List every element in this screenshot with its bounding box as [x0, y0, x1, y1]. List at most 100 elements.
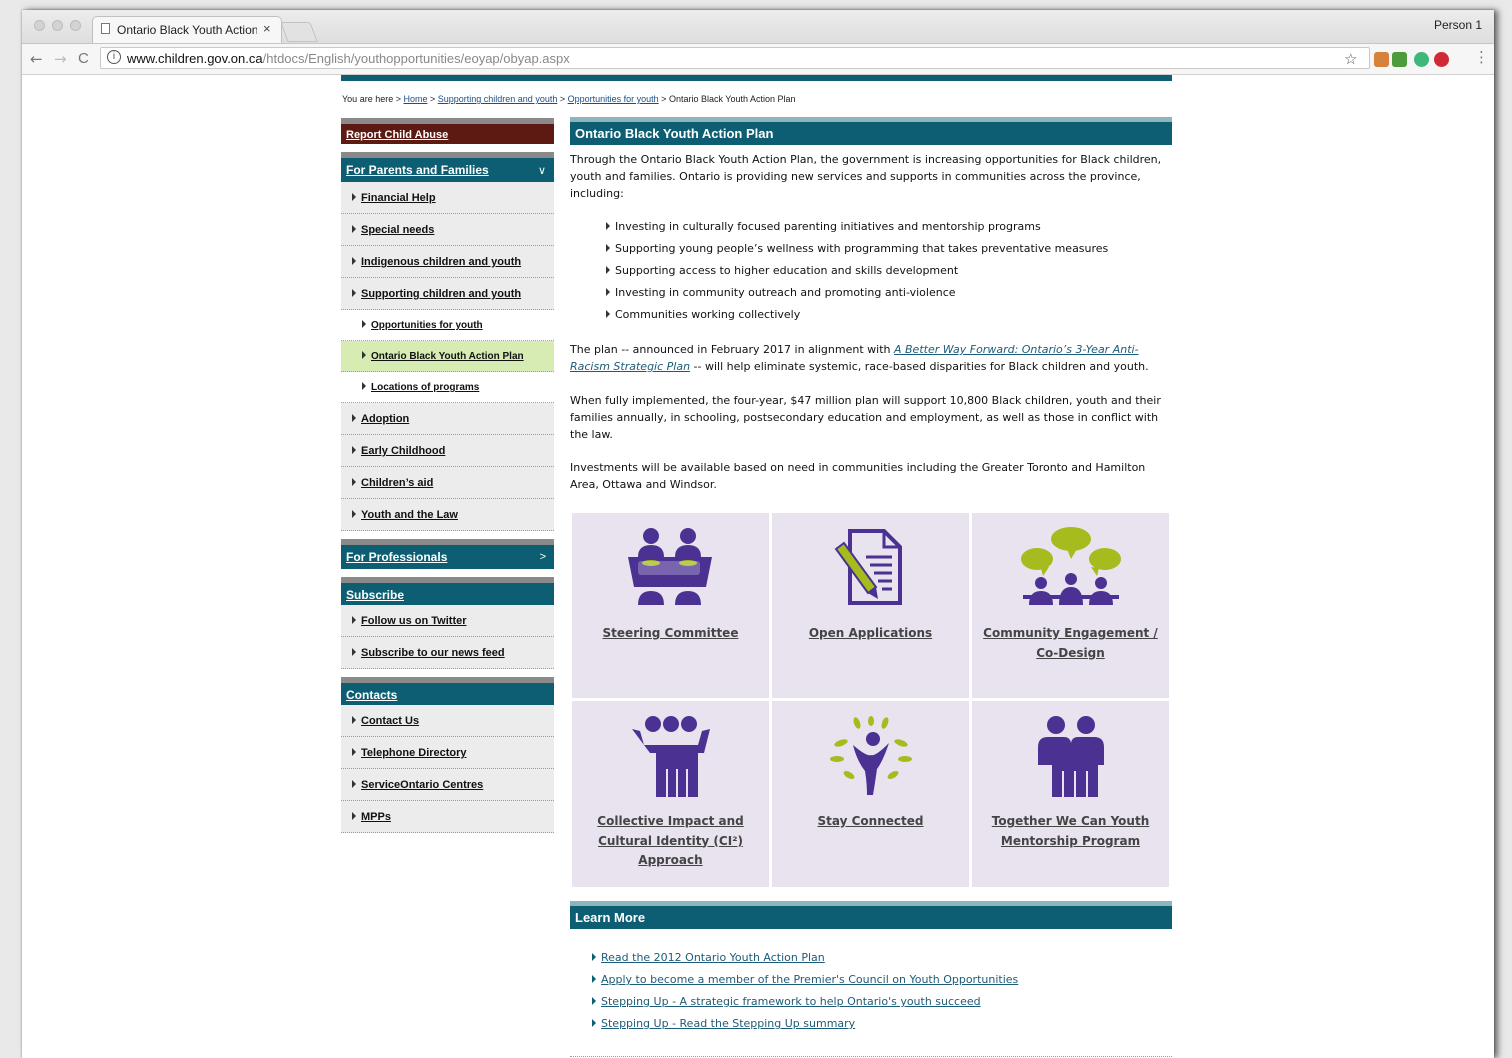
tile-label[interactable]: Community Engagement / Co-Design [972, 624, 1169, 663]
sidebar-item-serviceontario[interactable]: ServiceOntario Centres [341, 769, 554, 801]
learn-more-link[interactable]: Stepping Up - Read the Stepping Up summa… [592, 1013, 1172, 1035]
menu-icon[interactable]: ⋮ [1474, 48, 1489, 66]
section-subscribe[interactable]: Subscribe [341, 577, 554, 605]
initiatives-list: Investing in culturally focused parentin… [606, 216, 1172, 326]
plan-text: The plan -- announced in February 2017 i… [570, 343, 894, 356]
sidebar-item-adoption[interactable]: Adoption [341, 403, 554, 435]
sidebar-item-indigenous[interactable]: Indigenous children and youth [341, 246, 554, 278]
browser-titlebar: Ontario Black Youth Action Pla × Person … [22, 10, 1494, 44]
breadcrumb-home-link[interactable]: Home [403, 94, 427, 104]
sidebar-item-financial-help[interactable]: Financial Help [341, 182, 554, 214]
triangle-bullet-icon [352, 193, 356, 201]
sidebar-item-label: Indigenous children and youth [361, 256, 522, 268]
tile-label[interactable]: Together We Can Youth Mentorship Program [972, 812, 1169, 851]
sidebar-subitem-obyap-active[interactable]: Ontario Black Youth Action Plan [341, 341, 554, 372]
reload-icon[interactable]: C [78, 50, 89, 67]
sidebar-subitem-locations[interactable]: Locations of programs [341, 372, 554, 403]
breadcrumb-opportunities-link[interactable]: Opportunities for youth [568, 94, 659, 104]
group-embrace-icon [632, 716, 710, 797]
minimize-window-button[interactable] [52, 20, 63, 31]
link-text[interactable]: Stepping Up - A strategic framework to h… [601, 995, 981, 1008]
sidebar-item-early-childhood[interactable]: Early Childhood [341, 435, 554, 467]
learn-more-link[interactable]: Apply to become a member of the Premier'… [592, 969, 1172, 991]
sidebar-item-special-needs[interactable]: Special needs [341, 214, 554, 246]
sidebar-item-telephone[interactable]: Telephone Directory [341, 737, 554, 769]
section-heading-label: Subscribe [346, 588, 405, 602]
triangle-bullet-icon [592, 953, 596, 961]
sidebar-item-mpps[interactable]: MPPs [341, 801, 554, 833]
list-item: Communities working collectively [606, 304, 1172, 326]
sidebar-item-childrens-aid[interactable]: Children’s aid [341, 467, 554, 499]
intro-paragraph: Through the Ontario Black Youth Action P… [570, 153, 1162, 200]
breadcrumb: You are here > Home > Supporting childre… [342, 94, 796, 104]
sidebar-item-label: Opportunities for youth [371, 320, 483, 331]
link-text[interactable]: Stepping Up - Read the Stepping Up summa… [601, 1017, 855, 1030]
tile-stay-connected[interactable]: Stay Connected [772, 701, 969, 887]
triangle-bullet-icon [352, 478, 356, 486]
tile-label[interactable]: Open Applications [772, 624, 969, 644]
list-item-text: Communities working collectively [615, 308, 801, 321]
profile-button[interactable]: Person 1 [1434, 18, 1482, 32]
close-window-button[interactable] [34, 20, 45, 31]
new-tab-button[interactable] [280, 22, 318, 42]
sidebar-item-label: Contact Us [361, 715, 420, 727]
list-item: Investing in community outreach and prom… [606, 282, 1172, 304]
tab-title: Ontario Black Youth Action Pla [117, 23, 257, 37]
learn-more-link[interactable]: Stepping Up - A strategic framework to h… [592, 991, 1172, 1013]
section-professionals[interactable]: For Professionals > [341, 539, 554, 569]
sidebar-item-news-feed[interactable]: Subscribe to our news feed [341, 637, 554, 669]
triangle-bullet-icon [352, 510, 356, 518]
sidebar-item-label: Supporting children and youth [361, 288, 522, 300]
sidebar-item-twitter[interactable]: Follow us on Twitter [341, 605, 554, 637]
section-contacts[interactable]: Contacts [341, 677, 554, 705]
tile-together-we-can[interactable]: Together We Can Youth Mentorship Program [972, 701, 1169, 887]
tile-steering-committee[interactable]: Steering Committee [572, 513, 769, 698]
sidebar-item-label: Early Childhood [361, 445, 446, 457]
breadcrumb-current: Ontario Black Youth Action Plan [668, 94, 796, 104]
triangle-bullet-icon [352, 257, 356, 265]
maximize-window-button[interactable] [70, 20, 81, 31]
triangle-bullet-icon [606, 222, 610, 230]
triangle-bullet-icon [352, 780, 356, 788]
tile-label[interactable]: Collective Impact and Cultural Identity … [572, 812, 769, 871]
triangle-bullet-icon [606, 266, 610, 274]
forward-icon[interactable]: → [54, 50, 67, 68]
triangle-bullet-icon [352, 616, 356, 624]
report-child-abuse-link[interactable]: Report Child Abuse [341, 118, 554, 144]
sidebar-subitem-opportunities[interactable]: Opportunities for youth [341, 310, 554, 341]
program-tiles: Steering Committee Open Applications Com… [572, 513, 1170, 887]
list-item-text: Supporting access to higher education an… [615, 264, 959, 277]
bookmark-star-icon[interactable]: ☆ [1344, 50, 1357, 68]
list-item: Supporting young people’s wellness with … [606, 238, 1172, 260]
tab-close-icon[interactable]: × [263, 21, 271, 36]
address-bar[interactable]: i www.children.gov.on.ca/htdocs/English/… [100, 47, 1370, 69]
tile-collective-impact[interactable]: Collective Impact and Cultural Identity … [572, 701, 769, 887]
link-text[interactable]: Read the 2012 Ontario Youth Action Plan [601, 951, 825, 964]
triangle-bullet-icon [352, 414, 356, 422]
sidebar-item-label: Follow us on Twitter [361, 615, 467, 627]
breadcrumb-supporting-link[interactable]: Supporting children and youth [438, 94, 558, 104]
plan-text: -- will help eliminate systemic, race-ba… [690, 360, 1149, 373]
learn-more-link[interactable]: Read the 2012 Ontario Youth Action Plan [592, 947, 1172, 969]
extension-pen-icon[interactable] [1374, 52, 1389, 67]
browser-tab[interactable]: Ontario Black Youth Action Pla × [92, 16, 282, 43]
sidebar-item-label: Subscribe to our news feed [361, 647, 505, 659]
breadcrumb-prefix: You are here > [342, 94, 404, 104]
extension-new-icon[interactable] [1392, 52, 1407, 67]
sidebar-item-label: Youth and the Law [361, 509, 458, 521]
section-parents-families[interactable]: For Parents and Families ∨ [341, 152, 554, 182]
sidebar-item-contact-us[interactable]: Contact Us [341, 705, 554, 737]
sidebar-item-label: MPPs [361, 811, 391, 823]
tile-community-engagement[interactable]: Community Engagement / Co-Design [972, 513, 1169, 698]
sidebar-item-supporting[interactable]: Supporting children and youth [341, 278, 554, 310]
link-text[interactable]: Apply to become a member of the Premier'… [601, 973, 1018, 986]
tile-open-applications[interactable]: Open Applications [772, 513, 969, 698]
tile-label[interactable]: Steering Committee [572, 624, 769, 644]
tile-label[interactable]: Stay Connected [772, 812, 969, 832]
browser-toolbar: ← → C i www.children.gov.on.ca/htdocs/En… [22, 44, 1494, 75]
extension-grammarly-icon[interactable] [1414, 52, 1429, 67]
sidebar-item-youth-law[interactable]: Youth and the Law [341, 499, 554, 531]
extension-pinterest-icon[interactable] [1434, 52, 1449, 67]
back-icon[interactable]: ← [30, 50, 43, 68]
info-icon[interactable]: i [107, 50, 121, 64]
